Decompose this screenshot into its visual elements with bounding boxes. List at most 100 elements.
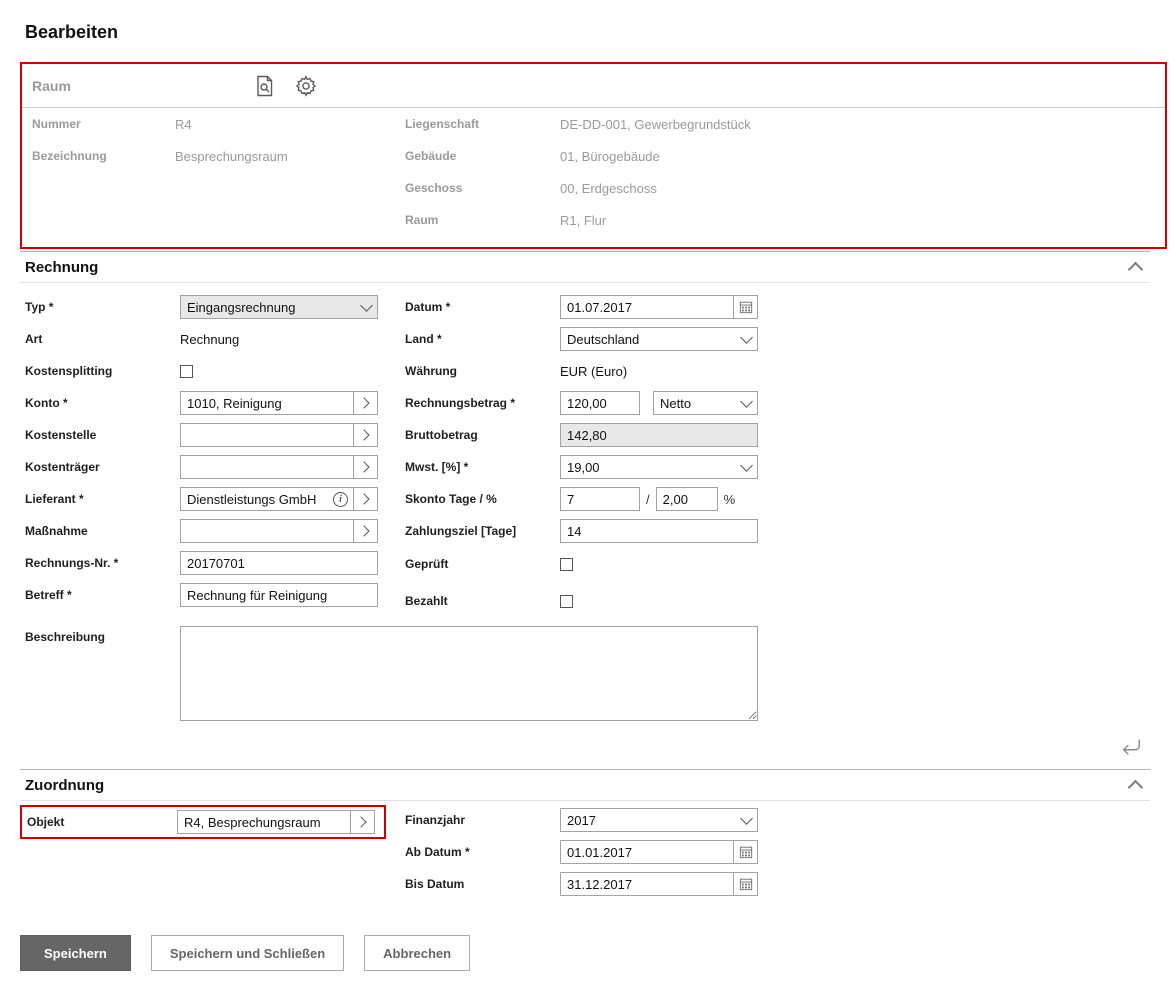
waehrung-label: Währung	[405, 364, 560, 378]
rechnung-form: Typ * Eingangsrechnung Art Rechnung Kost…	[20, 283, 1150, 616]
gear-icon	[294, 74, 318, 98]
skonto-unit: %	[724, 492, 736, 507]
settings-button[interactable]	[291, 71, 321, 101]
kostensplitting-checkbox[interactable]	[180, 365, 193, 378]
liegenschaft-label: Liegenschaft	[405, 117, 560, 131]
field-kostentraeger: Kostenträger	[25, 451, 405, 483]
info-icon[interactable]: i	[333, 492, 348, 507]
raum-panel-body: Nummer R4 Bezeichnung Besprechungsraum L…	[22, 108, 1165, 247]
field-kostensplitting: Kostensplitting	[25, 355, 405, 387]
raum-field-gebaeude: Gebäude 01, Bürogebäude	[405, 140, 1155, 172]
calendar-icon	[739, 300, 753, 314]
betreff-label: Betreff *	[25, 588, 180, 602]
skonto-label: Skonto Tage / %	[405, 492, 560, 506]
chevron-right-icon	[358, 397, 369, 408]
bis-datum-calendar-button[interactable]	[733, 873, 757, 895]
objekt-input[interactable]	[178, 811, 350, 833]
ab-datum-input[interactable]	[561, 841, 733, 863]
massnahme-input[interactable]	[181, 520, 353, 542]
betrag-modus-select[interactable]: Netto	[653, 391, 758, 415]
zahlungsziel-input[interactable]	[561, 520, 757, 542]
raum-value: R1, Flur	[560, 213, 606, 228]
kostenstelle-picker-button[interactable]	[353, 424, 377, 446]
rechnung-section: Rechnung Typ * Eingangsrechnung Art Rech…	[20, 251, 1150, 759]
lieferant-input[interactable]	[181, 488, 333, 510]
massnahme-picker-button[interactable]	[353, 520, 377, 542]
preview-button[interactable]	[250, 71, 280, 101]
field-massnahme: Maßnahme	[25, 515, 405, 547]
field-geprueft: Geprüft	[405, 549, 1150, 579]
chevron-down-icon	[735, 818, 757, 823]
chevron-right-icon	[358, 461, 369, 472]
field-bruttobetrag: Bruttobetrag	[405, 419, 1150, 451]
zuordnung-collapse-button[interactable]	[1124, 774, 1146, 796]
typ-select[interactable]: Eingangsrechnung	[180, 295, 378, 319]
ab-datum-label: Ab Datum *	[405, 845, 560, 859]
skonto-prozent-input[interactable]	[657, 488, 717, 510]
finanzjahr-select[interactable]: 2017	[560, 808, 758, 832]
field-land: Land * Deutschland	[405, 323, 1150, 355]
rechnung-left-column: Typ * Eingangsrechnung Art Rechnung Kost…	[20, 291, 405, 616]
field-lieferant: Lieferant * i	[25, 483, 405, 515]
chevron-up-icon	[1127, 780, 1143, 796]
chevron-down-icon	[355, 305, 377, 310]
rechnung-collapse-button[interactable]	[1124, 256, 1146, 278]
field-kostenstelle: Kostenstelle	[25, 419, 405, 451]
abbrechen-button[interactable]: Abbrechen	[364, 935, 470, 971]
rechnungsbetrag-input[interactable]	[561, 392, 639, 414]
bis-datum-input[interactable]	[561, 873, 733, 895]
art-label: Art	[25, 332, 180, 346]
kostentraeger-picker-button[interactable]	[353, 456, 377, 478]
kostentraeger-input[interactable]	[181, 456, 353, 478]
chevron-right-icon	[358, 525, 369, 536]
skonto-tage-input[interactable]	[561, 488, 639, 510]
land-select[interactable]: Deutschland	[560, 327, 758, 351]
lieferant-picker-button[interactable]	[353, 488, 377, 510]
chevron-right-icon	[358, 493, 369, 504]
mwst-selected-value: 19,00	[561, 460, 735, 475]
raum-field-bezeichnung: Bezeichnung Besprechungsraum	[32, 140, 405, 172]
betreff-input[interactable]	[181, 584, 377, 606]
field-art: Art Rechnung	[25, 323, 405, 355]
undo-arrow-icon	[1120, 737, 1142, 756]
edit-page: Bearbeiten Raum	[0, 22, 1170, 971]
zahlungsziel-label: Zahlungsziel [Tage]	[405, 524, 560, 538]
geschoss-label: Geschoss	[405, 181, 560, 195]
page-title: Bearbeiten	[25, 22, 1170, 43]
nummer-value: R4	[175, 117, 192, 132]
raum-panel-title: Raum	[32, 78, 250, 94]
raum-panel: Raum	[20, 62, 1167, 249]
raum-field-geschoss: Geschoss 00, Erdgeschoss	[405, 172, 1155, 204]
chevron-right-icon	[355, 816, 366, 827]
datum-label: Datum *	[405, 300, 560, 314]
bruttobetrag-input	[561, 424, 757, 446]
raum-label: Raum	[405, 213, 560, 227]
objekt-picker-button[interactable]	[350, 811, 374, 833]
mwst-select[interactable]: 19,00	[560, 455, 758, 479]
ab-datum-calendar-button[interactable]	[733, 841, 757, 863]
betrag-modus-selected-value: Netto	[654, 396, 735, 411]
raum-field-liegenschaft: Liegenschaft DE-DD-001, Gewerbegrundstüc…	[405, 108, 1155, 140]
massnahme-label: Maßnahme	[25, 524, 180, 538]
geschoss-value: 00, Erdgeschoss	[560, 181, 657, 196]
konto-input[interactable]	[181, 392, 353, 414]
rechnungsnr-input[interactable]	[181, 552, 377, 574]
undo-button[interactable]	[1118, 735, 1144, 757]
lieferant-label: Lieferant *	[25, 492, 180, 506]
gebaeude-label: Gebäude	[405, 149, 560, 163]
raum-panel-header: Raum	[22, 64, 1165, 108]
speichern-button[interactable]: Speichern	[20, 935, 131, 971]
datum-calendar-button[interactable]	[733, 296, 757, 318]
bezahlt-checkbox[interactable]	[560, 595, 573, 608]
datum-input[interactable]	[561, 296, 733, 318]
raum-field-nummer: Nummer R4	[32, 108, 405, 140]
field-ab-datum: Ab Datum *	[405, 836, 1150, 868]
zuordnung-right-column: Finanzjahr 2017 Ab Datum *	[405, 804, 1150, 900]
kostenstelle-input[interactable]	[181, 424, 353, 446]
rechnung-right-column: Datum *	[405, 291, 1150, 616]
konto-picker-button[interactable]	[353, 392, 377, 414]
speichern-und-schliessen-button[interactable]: Speichern und Schließen	[151, 935, 344, 971]
geprueft-checkbox[interactable]	[560, 558, 573, 571]
land-selected-value: Deutschland	[561, 332, 735, 347]
beschreibung-textarea[interactable]	[180, 626, 758, 721]
